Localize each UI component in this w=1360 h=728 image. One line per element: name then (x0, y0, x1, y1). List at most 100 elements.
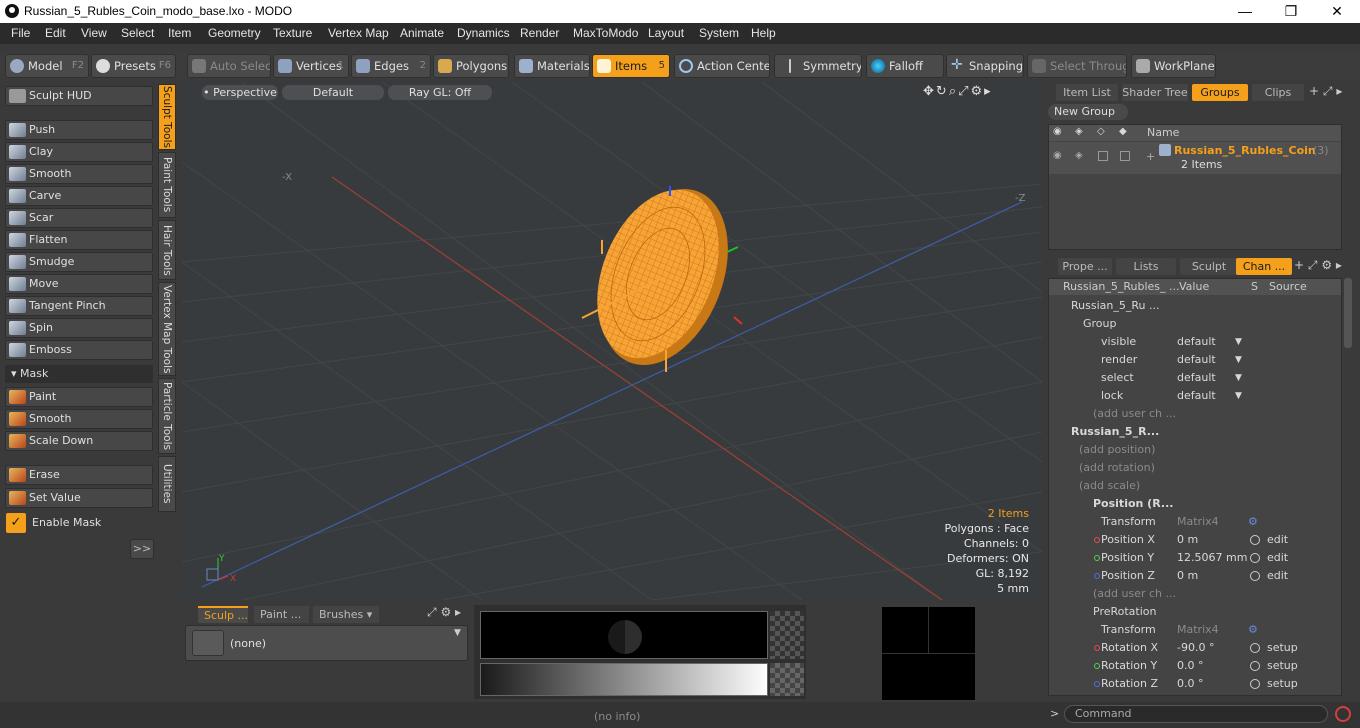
menu-edit[interactable]: Edit (45, 26, 66, 40)
tab-channels[interactable]: Chan ... (1236, 258, 1292, 275)
channel-row[interactable]: lock default ▼ (1049, 387, 1339, 405)
menu-view[interactable]: View (81, 26, 107, 40)
tab-vertex-map-tools[interactable]: Vertex Map Tools (158, 282, 176, 376)
maximize-panel-icon[interactable]: ⤢ (1308, 258, 1318, 272)
tool-move[interactable]: Move (5, 274, 153, 294)
channel-row[interactable]: (add user ch ... (1049, 405, 1339, 423)
tool-clay[interactable]: Clay (5, 142, 153, 162)
tab-clips[interactable]: Clips (1252, 84, 1304, 101)
state-radio-icon[interactable] (1250, 535, 1260, 545)
expand-icon[interactable]: + (1146, 150, 1155, 163)
channel-row[interactable]: Transform Matrix4 ⚙ (1049, 513, 1339, 531)
channel-row[interactable]: Russian_5_R... (1049, 423, 1339, 441)
channel-value[interactable]: 0.0 ° (1177, 675, 1204, 693)
tab-sculpt-props[interactable]: Sculpt (1180, 258, 1238, 275)
channel-row[interactable]: (add scale) (1049, 477, 1339, 495)
edges-button[interactable]: Edges 2 (351, 54, 431, 78)
channel-row[interactable]: (add user ch ... (1049, 585, 1339, 603)
render-toggle-icon[interactable]: ◈ (1075, 150, 1083, 161)
enable-mask-checkbox[interactable]: ✓ (6, 513, 26, 533)
tab-brushes[interactable]: Brushes ▾ (313, 606, 379, 623)
menu-system[interactable]: System (699, 26, 739, 40)
channel-row[interactable]: Group (1049, 315, 1339, 333)
tab-utilities[interactable]: Utilities (158, 456, 176, 512)
tool-smooth[interactable]: Smooth (5, 409, 153, 429)
group-row[interactable]: ◉ ◈ + Russian_5_Rubles_Coin (3) 2 Items (1049, 142, 1341, 174)
channel-row[interactable]: Russian_5_Ru ... (1049, 297, 1339, 315)
vertices-button[interactable]: Vertices 1 (273, 54, 349, 78)
brush-selector[interactable]: (none) ▼ (185, 625, 468, 661)
channel-row[interactable]: Rotation X -90.0 ° setup (1049, 639, 1339, 657)
shading-mode-dropdown[interactable]: Default (282, 85, 384, 100)
state-radio-icon[interactable] (1250, 661, 1260, 671)
tool-spin[interactable]: Spin (5, 318, 153, 338)
view-mode-dropdown[interactable]: • Perspective (202, 85, 278, 100)
tab-properties[interactable]: Prope ... (1058, 258, 1112, 275)
presets-button[interactable]: Presets F6 (91, 54, 176, 78)
3d-viewport[interactable]: • Perspective Default Ray GL: Off ✥↻⌕⤢⚙▸… (182, 82, 1042, 600)
tab-hair-tools[interactable]: Hair Tools (158, 220, 176, 280)
menu-file[interactable]: File (11, 26, 30, 40)
lock-icon[interactable]: ◇ (1097, 126, 1105, 137)
lock-checkbox[interactable] (1098, 151, 1108, 161)
gradient-thumbnail[interactable] (770, 663, 804, 696)
falloff-button[interactable]: Falloff (866, 54, 944, 78)
channel-value[interactable]: 12.5067 mm (1177, 549, 1247, 567)
close-button[interactable]: ✕ (1314, 2, 1360, 22)
gear-icon[interactable]: ⚙ (1321, 258, 1332, 272)
select-through-button[interactable]: Select Through (1027, 54, 1127, 78)
tool-paint[interactable]: Paint (5, 387, 153, 407)
tool-tangent-pinch[interactable]: Tangent Pinch (5, 296, 153, 316)
channel-value[interactable]: Matrix4 (1177, 513, 1219, 531)
gear-icon[interactable]: ⚙ (1248, 513, 1258, 531)
tool-smooth[interactable]: Smooth (5, 164, 153, 184)
chevron-right-icon[interactable]: ▸ (984, 84, 993, 99)
channel-row[interactable]: Transform Matrix4 ⚙ (1049, 621, 1339, 639)
materials-button[interactable]: Materials (514, 54, 590, 78)
auto-select-button[interactable]: Auto Select (187, 54, 271, 78)
channel-value[interactable]: Matrix4 (1177, 621, 1219, 639)
chevron-right-icon[interactable]: ▸ (455, 605, 461, 619)
channel-row[interactable]: render default ▼ (1049, 351, 1339, 369)
select-checkbox[interactable] (1120, 151, 1130, 161)
add-tab-icon[interactable]: + (1294, 258, 1304, 272)
channel-row[interactable]: (add rotation) (1049, 459, 1339, 477)
visibility-toggle-icon[interactable]: ◉ (1053, 150, 1062, 161)
state-radio-icon[interactable] (1250, 679, 1260, 689)
channel-row[interactable]: (add position) (1049, 441, 1339, 459)
record-icon[interactable] (1335, 706, 1351, 722)
stamp-thumbnail[interactable] (770, 611, 804, 659)
channel-row[interactable]: Position Y 12.5067 mm edit (1049, 549, 1339, 567)
tool-smudge[interactable]: Smudge (5, 252, 153, 272)
tool-flatten[interactable]: Flatten (5, 230, 153, 250)
gear-icon[interactable]: ⚙ (440, 605, 451, 619)
channel-value[interactable]: -90.0 ° (1177, 639, 1214, 657)
channel-row[interactable]: PreRotation (1049, 603, 1339, 621)
menu-layout[interactable]: Layout (648, 26, 684, 40)
channel-value[interactable]: default (1177, 387, 1216, 405)
maximize-button[interactable]: ❐ (1268, 2, 1314, 22)
state-radio-icon[interactable] (1250, 571, 1260, 581)
channel-value[interactable]: default (1177, 351, 1216, 369)
channel-value[interactable]: default (1177, 333, 1216, 351)
channel-row[interactable]: Position X 0 m edit (1049, 531, 1339, 549)
menu-maxtomodo[interactable]: MaxToModo (573, 26, 638, 40)
menu-select[interactable]: Select (121, 26, 154, 40)
menu-texture[interactable]: Texture (273, 26, 312, 40)
channel-row[interactable]: Rotation Y 0.0 ° setup (1049, 657, 1339, 675)
tab-sculpt[interactable]: Sculp ... (198, 606, 248, 623)
channel-row[interactable]: Rotation Z 0.0 ° setup (1049, 675, 1339, 693)
model-button[interactable]: Model F2 (5, 54, 89, 78)
items-button[interactable]: Items 5 (592, 54, 670, 78)
tool-scale-down[interactable]: Scale Down (5, 431, 153, 451)
polygons-button[interactable]: Polygons (433, 54, 509, 78)
channel-row[interactable]: visible default ▼ (1049, 333, 1339, 351)
new-group-button[interactable]: New Group (1048, 104, 1128, 120)
maximize-panel-icon[interactable]: ⤢ (1323, 84, 1333, 98)
state-radio-icon[interactable] (1250, 643, 1260, 653)
command-input[interactable]: Command (1064, 705, 1328, 723)
channel-row[interactable]: Position (R... (1049, 495, 1339, 513)
tool-emboss[interactable]: Emboss (5, 340, 153, 360)
render-icon[interactable]: ◈ (1075, 126, 1083, 137)
zoom-icon[interactable]: ⌕ (949, 84, 958, 99)
